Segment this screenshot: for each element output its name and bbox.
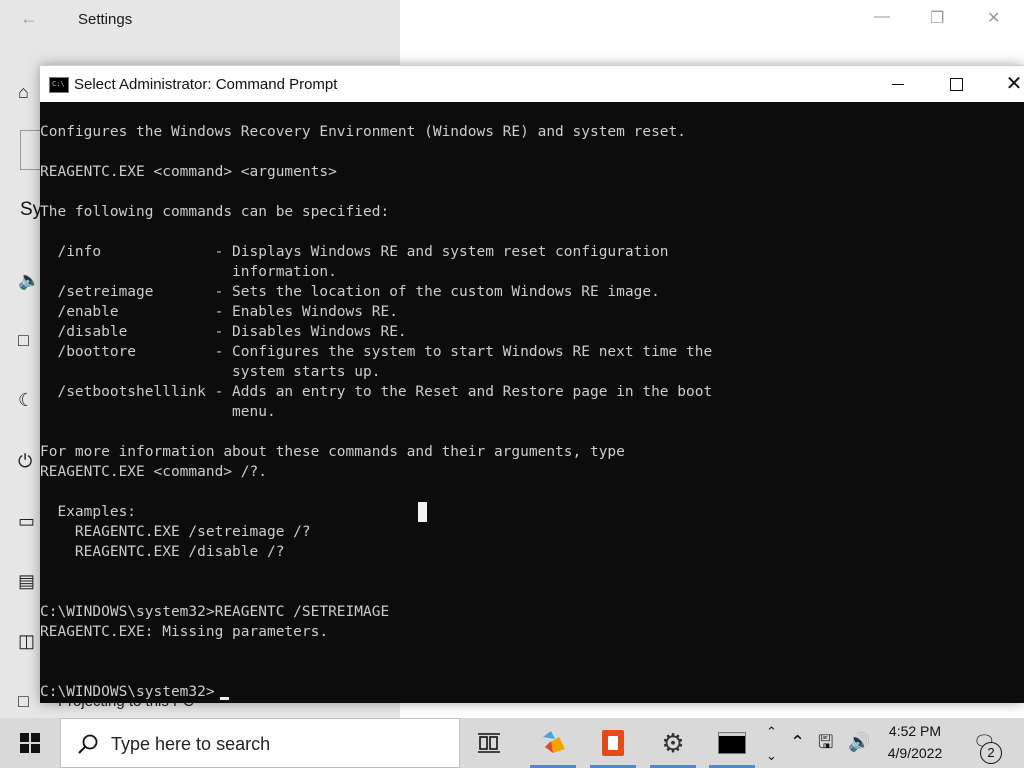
console-line: /info - Displays Windows RE and system r… xyxy=(40,244,669,260)
search-icon xyxy=(78,734,98,754)
console-line: For more information about these command… xyxy=(40,444,625,460)
console-line: Examples: xyxy=(40,504,137,520)
battery-icon[interactable]: ▭ xyxy=(18,511,35,531)
settings-search-box-edge[interactable] xyxy=(20,130,40,170)
console-line: The following commands can be specified: xyxy=(40,204,390,220)
cmd-app-icon[interactable]: C:\ xyxy=(49,77,69,93)
sound-icon[interactable]: 🔈 xyxy=(18,270,40,290)
back-arrow-icon[interactable]: ← xyxy=(20,8,38,29)
projecting-icon[interactable]: □ xyxy=(18,691,29,711)
minimize-icon xyxy=(892,83,904,85)
focus-assist-icon[interactable]: ☾ xyxy=(18,390,34,410)
taskbar-clock-time[interactable]: 4:52 PM xyxy=(884,723,946,739)
command-prompt-icon xyxy=(718,732,746,754)
console-line: C:\WINDOWS\system32> xyxy=(40,684,215,700)
taskbar-search-box[interactable]: Type here to search xyxy=(60,718,460,768)
task-view-button[interactable] xyxy=(466,718,512,768)
storage-icon[interactable]: ▤ xyxy=(18,571,35,591)
settings-titlebar: ← Settings — ❐ ✕ xyxy=(0,0,1024,40)
console-line: /disable - Disables Windows RE. xyxy=(40,324,407,340)
console-line: REAGENTC.EXE /setreimage /? xyxy=(40,524,311,540)
mouse-text-cursor xyxy=(418,502,427,522)
console-line: REAGENTC.EXE <command> <arguments> xyxy=(40,164,337,180)
taskbar-app-paint[interactable] xyxy=(530,718,576,768)
show-hidden-icons-chevron-up-icon[interactable]: ⌃ xyxy=(790,731,805,753)
gear-icon: ⚙ xyxy=(661,728,685,758)
console-line: /boottore - Configures the system to sta… xyxy=(40,344,713,360)
console-line: C:\WINDOWS\system32>REAGENTC /SETREIMAGE xyxy=(40,604,390,620)
paint-app-icon xyxy=(543,731,565,753)
console-line: system starts up. xyxy=(40,364,381,380)
taskbar-scroll-down-icon[interactable]: ⌄ xyxy=(766,745,777,767)
taskbar-app-office[interactable] xyxy=(590,718,636,768)
notifications-icon[interactable]: □ xyxy=(18,330,29,350)
search-placeholder: Type here to search xyxy=(111,734,271,754)
console-line: /setbootshelllink - Adds an entry to the… xyxy=(40,384,713,400)
console-line: menu. xyxy=(40,404,276,420)
console-line: /enable - Enables Windows RE. xyxy=(40,304,398,320)
tablet-icon[interactable]: ◫ xyxy=(18,631,35,651)
console-caret xyxy=(220,697,229,700)
taskbar-app-settings[interactable]: ⚙ xyxy=(650,718,696,768)
power-icon[interactable]: ⏻ xyxy=(18,451,32,471)
console-line: REAGENTC.EXE <command> /?. xyxy=(40,464,267,480)
close-icon[interactable]: ✕ xyxy=(987,8,1000,28)
cmd-window-title: Select Administrator: Command Prompt xyxy=(74,76,338,93)
console-output[interactable]: Configures the Windows Recovery Environm… xyxy=(40,102,1024,703)
taskbar: Type here to search ⚙ ⌃ ⌄ ⌃ 🖫 🔊 🗨 xyxy=(0,718,1024,768)
cmd-app-icon-label: C:\ xyxy=(52,80,65,88)
taskbar-app-command-prompt[interactable] xyxy=(709,718,755,768)
network-icon[interactable]: 🖫 xyxy=(818,731,833,753)
volume-icon[interactable]: 🔊 xyxy=(848,731,870,753)
restore-icon[interactable]: ❐ xyxy=(930,8,944,28)
taskbar-scroll-up-icon[interactable]: ⌃ xyxy=(766,721,777,743)
close-icon: ✕ xyxy=(1005,73,1023,95)
maximize-icon xyxy=(949,77,963,91)
notification-count-badge[interactable]: 2 xyxy=(980,742,1002,764)
console-line: Configures the Windows Recovery Environm… xyxy=(40,124,687,140)
console-line: information. xyxy=(40,264,337,280)
close-button[interactable]: ✕ xyxy=(991,66,1024,102)
console-line: /setreimage - Sets the location of the c… xyxy=(40,284,660,300)
maximize-button[interactable] xyxy=(933,66,979,102)
minimize-icon[interactable]: — xyxy=(874,8,890,26)
task-view-icon xyxy=(478,733,500,753)
cmd-titlebar[interactable]: C:\ Select Administrator: Command Prompt… xyxy=(40,65,1024,102)
settings-section-heading: Sy xyxy=(20,199,43,220)
command-prompt-window[interactable]: C:\ Select Administrator: Command Prompt… xyxy=(40,65,1024,703)
minimize-button[interactable] xyxy=(875,66,921,102)
home-icon[interactable]: ⌂ xyxy=(18,82,29,102)
windows-logo-icon xyxy=(20,733,40,753)
office-icon xyxy=(602,730,624,756)
taskbar-clock-date[interactable]: 4/9/2022 xyxy=(880,745,950,761)
console-line: REAGENTC.EXE: Missing parameters. xyxy=(40,624,329,640)
settings-title: Settings xyxy=(78,11,133,28)
console-line: REAGENTC.EXE /disable /? xyxy=(40,544,285,560)
start-button[interactable] xyxy=(0,718,60,768)
